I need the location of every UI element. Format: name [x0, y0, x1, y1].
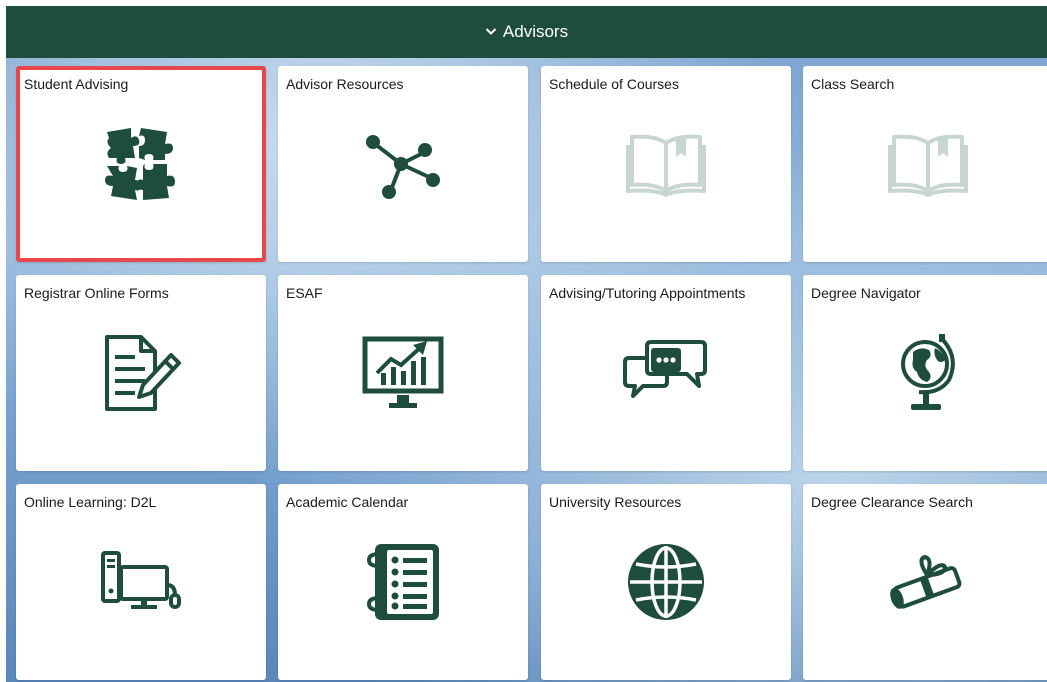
globe-stand-icon [878, 323, 978, 423]
tile-label: Degree Clearance Search [811, 494, 973, 510]
tile-academic-calendar[interactable]: Academic Calendar [278, 484, 528, 680]
notebook-list-icon [353, 532, 453, 632]
monitor-chart-icon [353, 323, 453, 423]
computer-icon [91, 532, 191, 632]
tile-label: ESAF [286, 285, 323, 301]
tile-label: Academic Calendar [286, 494, 409, 510]
open-book-icon [878, 114, 978, 214]
network-icon [353, 114, 453, 214]
tile-advising-tutoring-appointments[interactable]: Advising/Tutoring Appointments [541, 275, 791, 471]
puzzle-icon [91, 114, 191, 214]
open-book-icon [616, 114, 716, 214]
homepage-background: Advisors Student Advising Advisor Resour… [6, 6, 1047, 682]
tile-advisor-resources[interactable]: Advisor Resources [278, 66, 528, 262]
tile-schedule-of-courses[interactable]: Schedule of Courses [541, 66, 791, 262]
header-title: Advisors [502, 22, 569, 41]
tile-online-learning-d2l[interactable]: Online Learning: D2L [16, 484, 266, 680]
chat-bubbles-icon [616, 323, 716, 423]
tile-label: Advising/Tutoring Appointments [549, 285, 746, 301]
document-edit-icon [91, 323, 191, 423]
tile-registrar-online-forms[interactable]: Registrar Online Forms [16, 275, 266, 471]
tile-student-advising[interactable]: Student Advising [16, 66, 266, 262]
tile-label: Degree Navigator [811, 285, 921, 301]
tile-university-resources[interactable]: University Resources [541, 484, 791, 680]
world-icon [616, 532, 716, 632]
tile-degree-navigator[interactable]: Degree Navigator [803, 275, 1047, 471]
tile-degree-clearance-search[interactable]: Degree Clearance Search [803, 484, 1047, 680]
tile-label: Class Search [811, 76, 895, 92]
tile-label: University Resources [549, 494, 682, 510]
tile-label: Registrar Online Forms [24, 285, 169, 301]
tile-label: Student Advising [24, 76, 129, 92]
advisors-header[interactable]: Advisors [6, 6, 1047, 58]
tile-esaf[interactable]: ESAF [278, 275, 528, 471]
chevron-down-icon [485, 24, 497, 39]
tile-label: Advisor Resources [286, 76, 404, 92]
tile-label: Schedule of Courses [549, 76, 679, 92]
tile-label: Online Learning: D2L [24, 494, 157, 510]
tile-class-search[interactable]: Class Search [803, 66, 1047, 262]
diploma-icon [878, 532, 978, 632]
